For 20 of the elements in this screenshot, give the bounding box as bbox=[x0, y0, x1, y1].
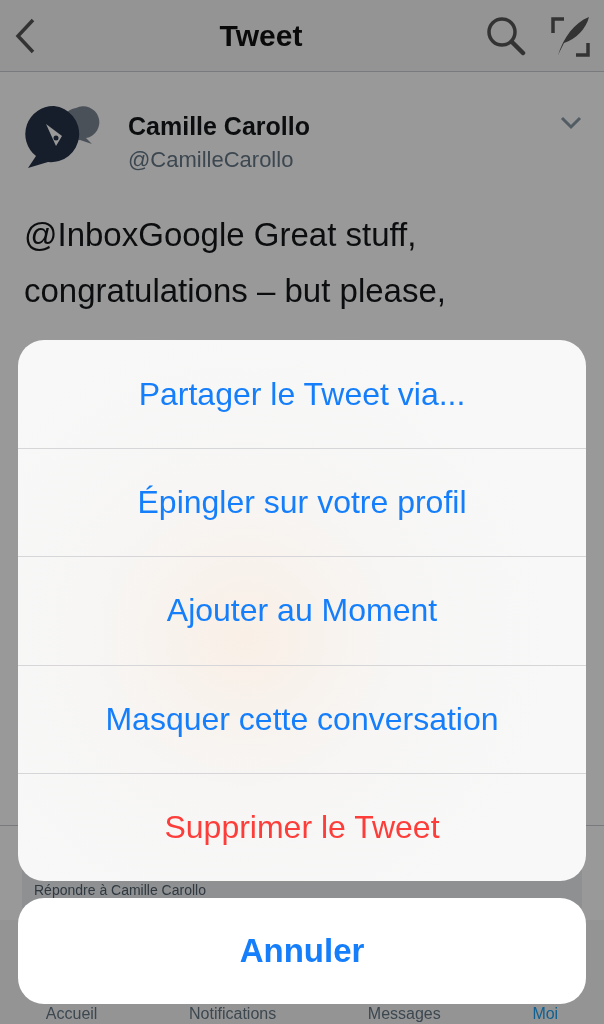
screen-title: Tweet bbox=[219, 18, 303, 53]
author-handle: @CamilleCarollo bbox=[128, 147, 295, 173]
back-icon[interactable] bbox=[14, 17, 36, 54]
search-icon[interactable] bbox=[486, 15, 526, 56]
tweet-text: congratulations – but please, bbox=[24, 271, 447, 311]
sheet-action[interactable]: Ajouter au Moment bbox=[18, 556, 586, 665]
sheet-action[interactable]: Épingler sur votre profil bbox=[18, 448, 586, 557]
tweet-text: @InboxGoogle Great stuff, bbox=[24, 215, 418, 255]
tab-label[interactable]: Notifications bbox=[189, 1005, 277, 1023]
tab-label[interactable]: Moi bbox=[532, 1005, 559, 1023]
compose-icon[interactable] bbox=[550, 14, 590, 57]
author-name: Camille Carollo bbox=[128, 112, 311, 141]
tab-label[interactable]: Accueil bbox=[45, 1005, 98, 1023]
cancel-button[interactable]: Annuler bbox=[18, 897, 586, 1004]
sheet-action[interactable]: Partager le Tweet via... bbox=[18, 340, 586, 449]
reply-placeholder: Répondre à Camille Carollo bbox=[34, 883, 206, 898]
chevron-down-icon[interactable] bbox=[560, 116, 582, 130]
sheet-action[interactable]: Masquer cette conversation bbox=[18, 664, 586, 773]
delete-action[interactable]: Supprimer le Tweet bbox=[18, 772, 586, 881]
tab-label[interactable]: Messages bbox=[367, 1005, 441, 1023]
